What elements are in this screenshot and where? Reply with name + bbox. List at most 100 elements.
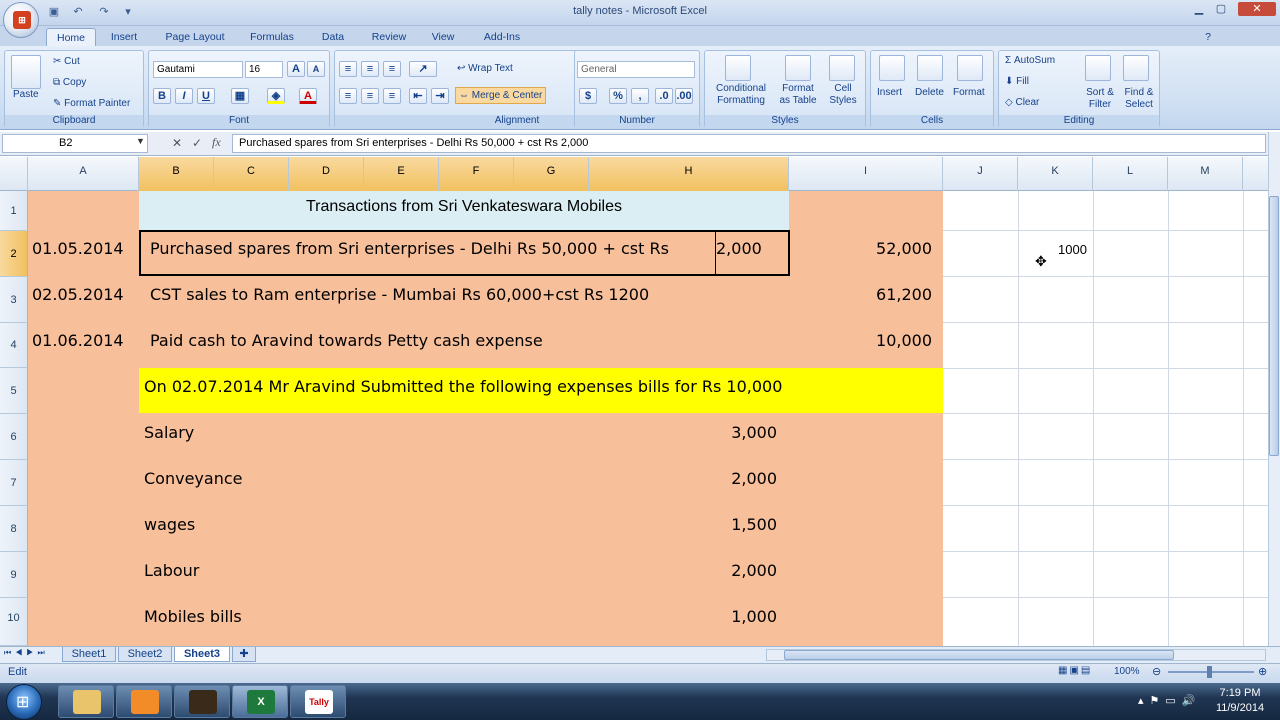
increase-indent-icon[interactable]: ⇥ xyxy=(431,88,449,104)
column-header-e[interactable]: E xyxy=(364,157,439,191)
name-box-dropdown-icon[interactable]: ▼ xyxy=(136,136,145,146)
tab-home[interactable]: Home xyxy=(46,28,96,46)
column-header-i[interactable]: I xyxy=(789,157,943,191)
orientation-icon[interactable]: ↗ xyxy=(409,61,437,77)
cell-b4-text[interactable]: Paid cash to Aravind towards Petty cash … xyxy=(150,331,543,350)
expense-name-conveyance[interactable]: Conveyance xyxy=(144,469,242,488)
insert-cells-button[interactable]: Insert xyxy=(877,87,902,98)
expense-amount-mobiles[interactable]: 1,000 xyxy=(650,607,777,626)
insert-sheet-icon[interactable]: ✚ xyxy=(232,647,256,662)
row-header-7[interactable]: 7 xyxy=(0,460,28,506)
column-header-c[interactable]: C xyxy=(214,157,289,191)
help-icon[interactable]: ? xyxy=(1200,28,1216,46)
row-header-3[interactable]: 3 xyxy=(0,277,28,323)
wrap-text-button[interactable]: ↩ Wrap Text xyxy=(457,63,513,74)
taskbar-app[interactable] xyxy=(174,685,230,718)
sort-filter-icon[interactable] xyxy=(1085,55,1111,81)
sheet-tab-3[interactable]: Sheet3 xyxy=(174,647,230,662)
align-center-icon[interactable]: ≡ xyxy=(361,88,379,104)
format-as-table-button[interactable]: Format as Table xyxy=(773,83,823,107)
clear-button[interactable]: ◇ Clear xyxy=(1005,97,1039,108)
row-header-1[interactable]: 1 xyxy=(0,191,28,231)
fill-color-icon[interactable]: ◈ xyxy=(267,88,285,104)
cell-b2-text[interactable]: Purchased spares from Sri enterprises - … xyxy=(150,239,669,258)
formula-input[interactable]: Purchased spares from Sri enterprises - … xyxy=(232,134,1266,153)
cut-button[interactable]: ✂ Cut xyxy=(53,56,80,67)
taskbar-tally[interactable]: Tally xyxy=(290,685,346,718)
office-button[interactable]: ⊞ xyxy=(3,2,39,38)
increase-decimal-icon[interactable]: .0 xyxy=(655,88,673,104)
tab-insert[interactable]: Insert xyxy=(102,28,146,46)
insert-cells-icon[interactable] xyxy=(879,55,905,81)
minimize-button[interactable]: ▁ xyxy=(1190,2,1208,16)
grow-font-button[interactable]: A xyxy=(287,61,305,77)
close-button[interactable]: ✕ xyxy=(1238,2,1276,16)
fill-button[interactable]: ⬇ Fill xyxy=(1005,76,1029,87)
cell-i4-amount[interactable]: 10,000 xyxy=(789,331,932,350)
view-buttons-icon[interactable]: ▦▣▤ xyxy=(1058,665,1092,676)
conditional-formatting-button[interactable]: Conditional Formatting xyxy=(709,83,773,107)
tab-page-layout[interactable]: Page Layout xyxy=(158,28,232,46)
cell-k2[interactable]: 1000 xyxy=(1058,242,1087,257)
column-header-f[interactable]: F xyxy=(439,157,514,191)
column-header-j[interactable]: J xyxy=(943,157,1018,191)
confirm-entry-icon[interactable]: ✓ xyxy=(192,136,202,150)
cell-a2-date[interactable]: 01.05.2014 xyxy=(32,239,124,258)
borders-icon[interactable]: ▦ xyxy=(231,88,249,104)
align-right-icon[interactable]: ≡ xyxy=(383,88,401,104)
autosum-button[interactable]: Σ AutoSum xyxy=(1005,55,1055,66)
column-header-d[interactable]: D xyxy=(289,157,364,191)
expense-name-mobiles[interactable]: Mobiles bills xyxy=(144,607,242,626)
maximize-button[interactable]: ▢ xyxy=(1212,2,1230,16)
column-header-l[interactable]: L xyxy=(1093,157,1168,191)
tab-formulas[interactable]: Formulas xyxy=(244,28,300,46)
sheet-nav-arrows-icon[interactable]: ⏮◀▶⏭ xyxy=(4,648,49,658)
font-name-select[interactable]: Gautami xyxy=(153,61,243,78)
column-header-h[interactable]: H xyxy=(589,157,789,191)
expense-amount-conveyance[interactable]: 2,000 xyxy=(650,469,777,488)
taskbar-media-player[interactable] xyxy=(116,685,172,718)
name-box[interactable]: B2 xyxy=(2,134,148,153)
cell-b5-text[interactable]: On 02.07.2014 Mr Aravind Submitted the f… xyxy=(144,377,782,396)
number-format-select[interactable]: General xyxy=(577,61,695,78)
align-left-icon[interactable]: ≡ xyxy=(339,88,357,104)
column-header-g[interactable]: G xyxy=(514,157,589,191)
vertical-scroll-thumb[interactable] xyxy=(1269,196,1279,456)
percent-button[interactable]: % xyxy=(609,88,627,104)
shrink-font-button[interactable]: A xyxy=(307,61,325,77)
find-select-button[interactable]: Find & Select xyxy=(1121,87,1157,111)
zoom-in-icon[interactable]: ⊕ xyxy=(1258,665,1267,678)
delete-cells-icon[interactable] xyxy=(917,55,943,81)
sheet-tab-1[interactable]: Sheet1 xyxy=(62,647,116,662)
cell-styles-button[interactable]: Cell Styles xyxy=(823,83,863,107)
delete-cells-button[interactable]: Delete xyxy=(915,87,944,98)
zoom-level[interactable]: 100% xyxy=(1114,666,1140,677)
align-top-icon[interactable]: ≡ xyxy=(339,61,357,77)
paste-button[interactable]: Paste xyxy=(13,89,39,100)
column-header-b[interactable]: B xyxy=(139,157,214,191)
format-painter-button[interactable]: ✎ Format Painter xyxy=(53,98,130,109)
row-header-8[interactable]: 8 xyxy=(0,506,28,552)
cell-i3-amount[interactable]: 61,200 xyxy=(789,285,932,304)
sheet-tab-2[interactable]: Sheet2 xyxy=(118,647,172,662)
cancel-entry-icon[interactable]: ✕ xyxy=(172,136,182,150)
decrease-decimal-icon[interactable]: .00 xyxy=(675,88,693,104)
cell-b1-title[interactable]: Transactions from Sri Venkateswara Mobil… xyxy=(139,198,789,216)
cell-b3-text[interactable]: CST sales to Ram enterprise - Mumbai Rs … xyxy=(150,285,649,304)
expense-name-salary[interactable]: Salary xyxy=(144,423,194,442)
format-cells-icon[interactable] xyxy=(957,55,983,81)
row-header-4[interactable]: 4 xyxy=(0,323,28,368)
bold-button[interactable]: B xyxy=(153,88,171,104)
zoom-slider-thumb[interactable] xyxy=(1207,666,1212,678)
start-button[interactable]: ⊞ xyxy=(6,684,42,720)
tab-add-ins[interactable]: Add-Ins xyxy=(476,28,528,46)
row-header-2[interactable]: 2 xyxy=(0,231,28,277)
taskbar-explorer[interactable] xyxy=(58,685,114,718)
tab-view[interactable]: View xyxy=(426,28,460,46)
sort-filter-button[interactable]: Sort & Filter xyxy=(1083,87,1117,111)
tab-data[interactable]: Data xyxy=(316,28,350,46)
tray-icons[interactable]: ▴⚑▭🔊 xyxy=(1138,694,1201,707)
copy-button[interactable]: ⧉ Copy xyxy=(53,77,86,88)
tab-review[interactable]: Review xyxy=(366,28,412,46)
column-header-k[interactable]: K xyxy=(1018,157,1093,191)
